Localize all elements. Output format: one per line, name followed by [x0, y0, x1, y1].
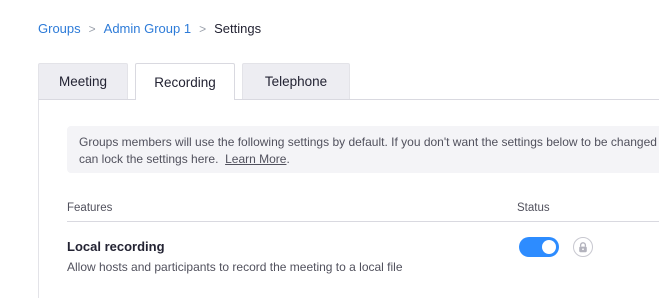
tab-telephone[interactable]: Telephone — [242, 63, 350, 99]
breadcrumb-admin-group-link[interactable]: Admin Group 1 — [104, 21, 191, 36]
notice-text-line2: can lock the settings here. Learn More. — [79, 151, 648, 168]
setting-description-local-recording: Allow hosts and participants to record t… — [67, 260, 403, 274]
tab-bar: Meeting Recording Telephone — [38, 63, 350, 100]
settings-panel: Groups members will use the following se… — [38, 99, 659, 298]
learn-more-link[interactable]: Learn More — [225, 152, 286, 166]
group-settings-notice: Groups members will use the following se… — [67, 126, 659, 173]
header-divider — [67, 221, 659, 222]
notice-text-2: can lock the settings here. — [79, 152, 219, 166]
toggle-knob — [542, 240, 556, 254]
breadcrumb-separator: > — [88, 21, 96, 36]
lock-setting-button[interactable] — [573, 237, 593, 257]
lock-icon — [579, 241, 587, 252]
column-header-status: Status — [517, 202, 550, 214]
column-header-features: Features — [67, 202, 113, 214]
setting-title-local-recording: Local recording — [67, 239, 165, 254]
tab-recording[interactable]: Recording — [135, 63, 235, 100]
notice-text: Groups members will use the following se… — [79, 135, 659, 149]
tab-meeting[interactable]: Meeting — [38, 63, 128, 99]
local-recording-toggle[interactable] — [519, 237, 559, 257]
breadcrumb-current: Settings — [214, 21, 262, 36]
notice-period: . — [286, 152, 290, 166]
breadcrumb-separator: > — [199, 21, 207, 36]
breadcrumb-groups-link[interactable]: Groups — [38, 21, 81, 36]
breadcrumb: Groups > Admin Group 1 > Settings — [38, 21, 261, 36]
